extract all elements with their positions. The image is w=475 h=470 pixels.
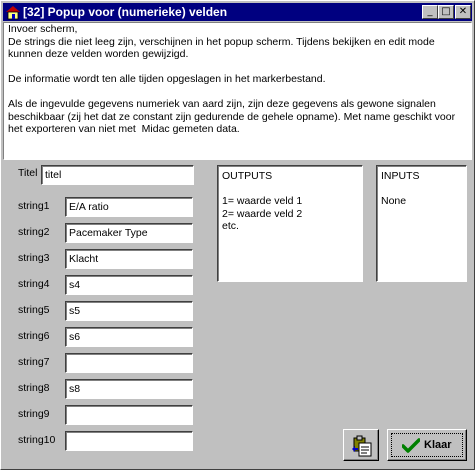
title-bar[interactable]: [32] Popup voor (numerieke) velden _ □ ✕ [3,3,472,21]
clipboard-icon [352,435,372,457]
dialog-window: [32] Popup voor (numerieke) velden _ □ ✕… [0,0,475,470]
info-line: ​ [4,86,471,99]
string1-input[interactable]: E/A ratio [65,197,193,217]
string3-input[interactable]: Klacht [65,249,193,269]
titel-input[interactable]: titel [41,165,194,185]
string6-label: string6 [18,330,50,342]
string10-input[interactable] [65,431,193,451]
info-text-area[interactable]: Invoer scherm, De strings die niet leeg … [3,22,472,160]
app-house-icon [6,6,20,20]
info-line: Als de ingevulde gegevens numeriek van a… [8,98,459,135]
clipboard-button[interactable] [343,429,379,461]
string8-input[interactable]: s8 [65,379,193,399]
titel-label: Titel [18,167,38,179]
string3-label: string3 [18,252,50,264]
maximize-button[interactable]: □ [438,5,454,19]
string5-input[interactable]: s5 [65,301,193,321]
string4-label: string4 [18,278,50,290]
inputs-memo[interactable]: INPUTS None [376,165,467,282]
string9-label: string9 [18,408,50,420]
minimize-button[interactable]: _ [422,5,438,19]
info-line: De informatie wordt ten alle tijden opge… [8,73,326,85]
window-title: [32] Popup voor (numerieke) velden [23,5,228,19]
string7-label: string7 [18,356,50,368]
string10-label: string10 [18,434,56,446]
string7-input[interactable] [65,353,193,373]
string2-input[interactable]: Pacemaker Type [65,223,193,243]
string9-input[interactable] [65,405,193,425]
close-button[interactable]: ✕ [455,5,471,19]
info-line: De strings die niet leeg zijn, verschijn… [8,35,438,61]
string5-label: string5 [18,304,50,316]
string8-label: string8 [18,382,50,394]
string4-input[interactable]: s4 [65,275,193,295]
string2-label: string2 [18,226,50,238]
info-line: Invoer scherm, [8,23,78,35]
klaar-label: Klaar [424,439,452,451]
checkmark-icon [402,438,420,453]
klaar-button[interactable]: Klaar [387,429,467,461]
string6-input[interactable]: s6 [65,327,193,347]
outputs-memo[interactable]: OUTPUTS 1= waarde veld 1 2= waarde veld … [217,165,363,282]
info-line: ​ [4,61,471,74]
string1-label: string1 [18,200,50,212]
